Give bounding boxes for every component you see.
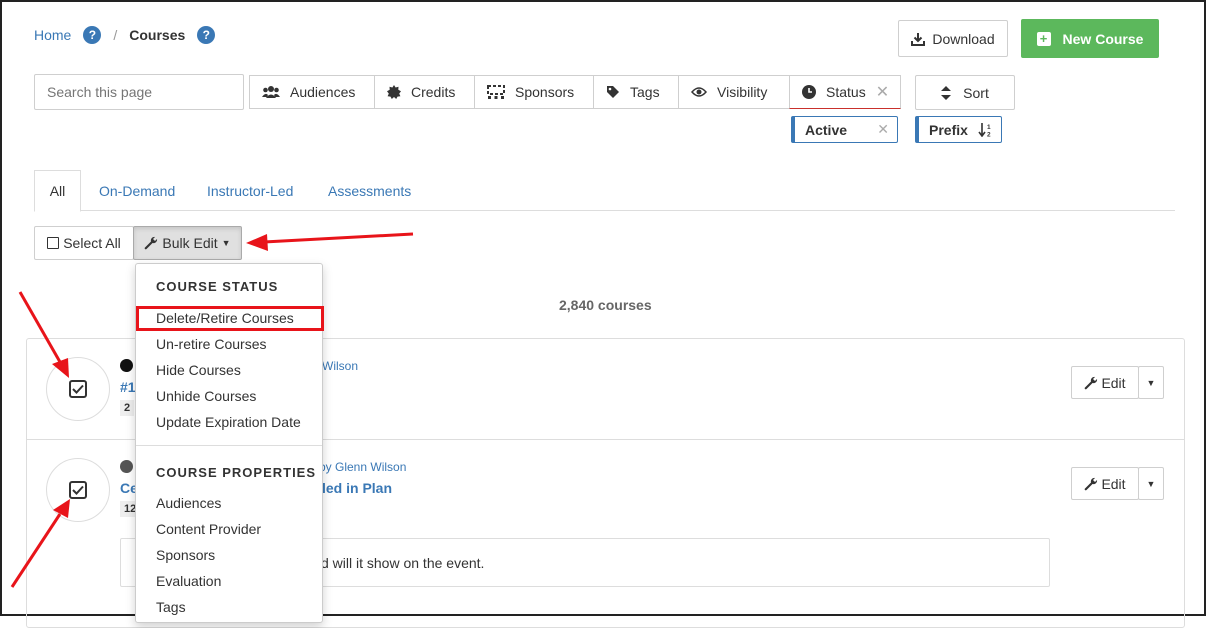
filter-visibility-label: Visibility [717, 84, 768, 100]
status-dot [120, 359, 133, 372]
tab-all-label: All [49, 183, 66, 199]
filter-sponsors[interactable]: Sponsors [474, 75, 594, 109]
plus-square-icon: + [1036, 31, 1051, 46]
sort-button[interactable]: Sort [915, 75, 1015, 110]
row-select-circle[interactable] [46, 357, 110, 421]
row-select-circle[interactable] [46, 458, 110, 522]
status-dot [120, 460, 133, 473]
edit-button[interactable]: Edit [1071, 366, 1139, 399]
menu-item-unhide[interactable]: Unhide Courses [156, 388, 256, 404]
edit-button[interactable]: Edit [1071, 467, 1139, 500]
filter-credits-label: Credits [411, 84, 456, 100]
tag-icon [607, 86, 619, 98]
clock-icon [802, 85, 816, 99]
menu-header-status: COURSE STATUS [156, 279, 279, 294]
filter-tags[interactable]: Tags [593, 75, 679, 109]
menu-item-content-provider[interactable]: Content Provider [156, 521, 261, 537]
sort-icon [941, 85, 952, 100]
eye-icon [691, 87, 707, 97]
breadcrumb-home-link[interactable]: Home [34, 27, 71, 43]
close-icon[interactable]: ✕ [876, 82, 889, 102]
course-author-link[interactable]: Wilson [322, 359, 358, 373]
wrench-icon [145, 236, 158, 250]
close-icon[interactable]: ✕ [877, 121, 889, 138]
menu-item-audiences[interactable]: Audiences [156, 495, 221, 511]
sort-label: Sort [963, 84, 989, 101]
menu-item-sponsors[interactable]: Sponsors [156, 547, 215, 563]
caret-down-icon: ▼ [1146, 377, 1156, 388]
course-title-link[interactable]: #1 [120, 379, 136, 395]
edit-dropdown-toggle[interactable]: ▼ [1138, 467, 1164, 500]
breadcrumb-current: Courses [129, 27, 186, 43]
menu-item-delete-retire[interactable]: Delete/Retire Courses [156, 310, 294, 326]
download-icon [911, 32, 926, 46]
edit-label: Edit [1101, 374, 1126, 391]
wrench-icon [1085, 376, 1098, 389]
filter-status[interactable]: Status ✕ [789, 75, 901, 109]
filter-status-label: Status [826, 84, 866, 100]
menu-item-update-expiration[interactable]: Update Expiration Date [156, 414, 301, 430]
edit-label: Edit [1101, 475, 1126, 492]
checkbox-checked-icon [69, 481, 87, 499]
sponsor-icon [487, 85, 505, 99]
wrench-icon [1085, 477, 1098, 490]
users-icon [262, 86, 280, 98]
course-author-link[interactable]: by Glenn Wilson [319, 460, 406, 474]
select-all-button[interactable]: Select All [34, 226, 134, 260]
tab-assessments[interactable]: Assessments [328, 170, 411, 212]
status-chip-value: Active [805, 121, 848, 138]
filter-visibility[interactable]: Visibility [678, 75, 790, 109]
checkbox-icon [47, 237, 60, 249]
course-note-text: d will it show on the event. [321, 555, 485, 571]
caret-down-icon: ▼ [1146, 478, 1156, 489]
breadcrumb-separator: / [113, 27, 118, 43]
tab-instructor-led[interactable]: Instructor-Led [207, 170, 293, 212]
edit-dropdown-toggle[interactable]: ▼ [1138, 366, 1164, 399]
menu-item-unretire[interactable]: Un-retire Courses [156, 336, 266, 352]
tab-on-demand-label: On-Demand [99, 183, 176, 199]
sort-chip[interactable]: Prefix 12 [915, 116, 1002, 143]
filter-audiences[interactable]: Audiences [249, 75, 375, 109]
new-course-button[interactable]: + New Course [1021, 19, 1159, 58]
menu-item-tags[interactable]: Tags [156, 599, 186, 615]
search-input[interactable] [34, 74, 244, 110]
badge-icon [387, 85, 401, 99]
bulk-edit-label: Bulk Edit [162, 235, 218, 251]
checkbox-checked-icon [69, 380, 87, 398]
help-icon[interactable]: ? [197, 26, 216, 44]
tabs-underline [34, 210, 1175, 211]
bulk-edit-menu: COURSE STATUS Delete/Retire Courses Un-r… [135, 263, 324, 623]
tab-instructor-led-label: Instructor-Led [207, 183, 294, 199]
tab-assessments-label: Assessments [328, 183, 412, 199]
help-icon[interactable]: ? [83, 26, 102, 44]
filter-credits[interactable]: Credits [374, 75, 475, 109]
menu-item-evaluation[interactable]: Evaluation [156, 573, 221, 589]
status-chip[interactable]: Active ✕ [791, 116, 898, 143]
menu-divider [136, 445, 322, 446]
filter-tags-label: Tags [630, 84, 660, 100]
course-title-link[interactable]: led in Plan [322, 480, 392, 496]
download-button[interactable]: Download [898, 20, 1008, 57]
course-badge: 2 [120, 400, 135, 416]
filter-audiences-label: Audiences [290, 84, 356, 100]
svg-text:1: 1 [987, 124, 991, 131]
filter-sponsors-label: Sponsors [515, 84, 575, 100]
new-course-label: New Course [1062, 30, 1144, 47]
tab-all[interactable]: All [34, 170, 81, 212]
course-count: 2,840 courses [559, 297, 652, 313]
menu-item-hide[interactable]: Hide Courses [156, 362, 241, 378]
sort-numeric-icon: 12 [978, 122, 991, 137]
tab-on-demand[interactable]: On-Demand [99, 170, 175, 212]
caret-down-icon: ▼ [221, 238, 231, 248]
select-all-label: Select All [63, 235, 121, 251]
bulk-edit-button[interactable]: Bulk Edit ▼ [133, 226, 242, 260]
menu-header-properties: COURSE PROPERTIES [156, 465, 317, 480]
breadcrumb: Home ? / Courses ? [34, 26, 216, 44]
arrow-to-bulk-edit [246, 232, 414, 251]
download-label: Download [932, 30, 995, 47]
svg-text:2: 2 [987, 131, 991, 137]
sort-chip-value: Prefix [929, 121, 968, 138]
